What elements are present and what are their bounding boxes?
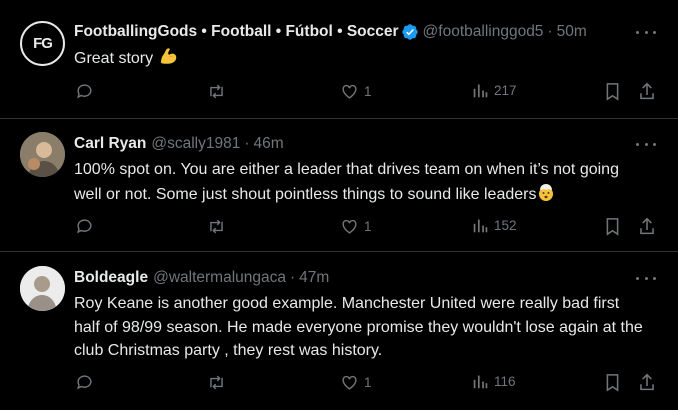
bookmark-icon [606,374,619,392]
retweet-icon [210,219,223,234]
reply-icon [77,375,92,390]
reply-button[interactable] [75,217,94,236]
bookmark-icon [606,218,619,236]
bookmark-icon [606,83,619,101]
tweet[interactable]: Carl Ryan @scally1981 · 46m 100% spot on… [0,119,678,252]
avatar[interactable] [20,132,65,177]
bookmark-button[interactable] [604,373,621,392]
reply-button[interactable] [75,82,94,101]
view-count: 217 [494,83,517,98]
heart-icon [342,375,357,390]
timestamp[interactable]: 46m [254,135,284,153]
analytics-icon [473,219,488,233]
reply-icon [77,219,92,234]
author-name[interactable]: Carl Ryan [74,135,146,153]
verified-badge-icon [401,24,418,40]
retweet-icon [210,375,223,390]
tweet-text: 100% spot on. You are either a leader th… [74,158,648,209]
flexed-biceps-icon [158,46,178,74]
more-options-icon[interactable] [636,24,656,40]
view-count: 152 [494,218,517,233]
retweet-button[interactable] [206,82,227,101]
view-count: 116 [494,374,516,389]
like-button[interactable]: 1 [340,82,372,101]
more-options-icon[interactable] [636,136,656,152]
like-count: 1 [364,219,372,234]
like-count: 1 [364,84,372,99]
author-handle[interactable]: @footballinggod5 [423,23,544,41]
author-name[interactable]: FootballingGods • Football • Fútbol • So… [74,23,399,41]
share-button[interactable] [638,82,656,101]
views-button[interactable]: 217 [472,82,517,99]
views-button[interactable]: 116 [472,373,516,390]
views-button[interactable]: 152 [472,217,517,234]
retweet-button[interactable] [206,217,227,236]
timestamp[interactable]: 47m [299,269,329,287]
exploding-head-icon [536,182,556,210]
timestamp[interactable]: 50m [557,23,587,41]
author-handle[interactable]: @scally1981 [151,135,240,153]
share-button[interactable] [638,373,656,392]
share-button[interactable] [638,217,656,236]
heart-icon [342,219,357,234]
like-count: 1 [364,375,372,390]
like-button[interactable]: 1 [340,217,372,236]
retweet-button[interactable] [206,373,227,392]
tweet-text: Great story [74,46,648,74]
share-icon [640,217,654,235]
avatar[interactable] [20,266,65,311]
heart-icon [342,84,357,99]
bookmark-button[interactable] [604,217,621,236]
author-handle[interactable]: @waltermalungaca [153,269,286,287]
reply-icon [77,84,92,99]
analytics-icon [473,84,488,98]
analytics-icon [473,375,488,389]
tweet[interactable]: Boldeagle @waltermalungaca · 47m Roy Kea… [0,252,678,410]
share-icon [640,373,654,391]
more-options-icon[interactable] [636,270,656,286]
tweet[interactable]: FG FootballingGods • Football • Fútbol •… [0,0,678,119]
reply-button[interactable] [75,373,94,392]
avatar[interactable]: FG [20,21,65,66]
bookmark-button[interactable] [604,82,621,101]
author-name[interactable]: Boldeagle [74,269,148,287]
retweet-icon [210,84,223,99]
like-button[interactable]: 1 [340,373,372,392]
tweet-text: Roy Keane is another good example. Manch… [74,295,643,359]
share-icon [640,82,654,100]
